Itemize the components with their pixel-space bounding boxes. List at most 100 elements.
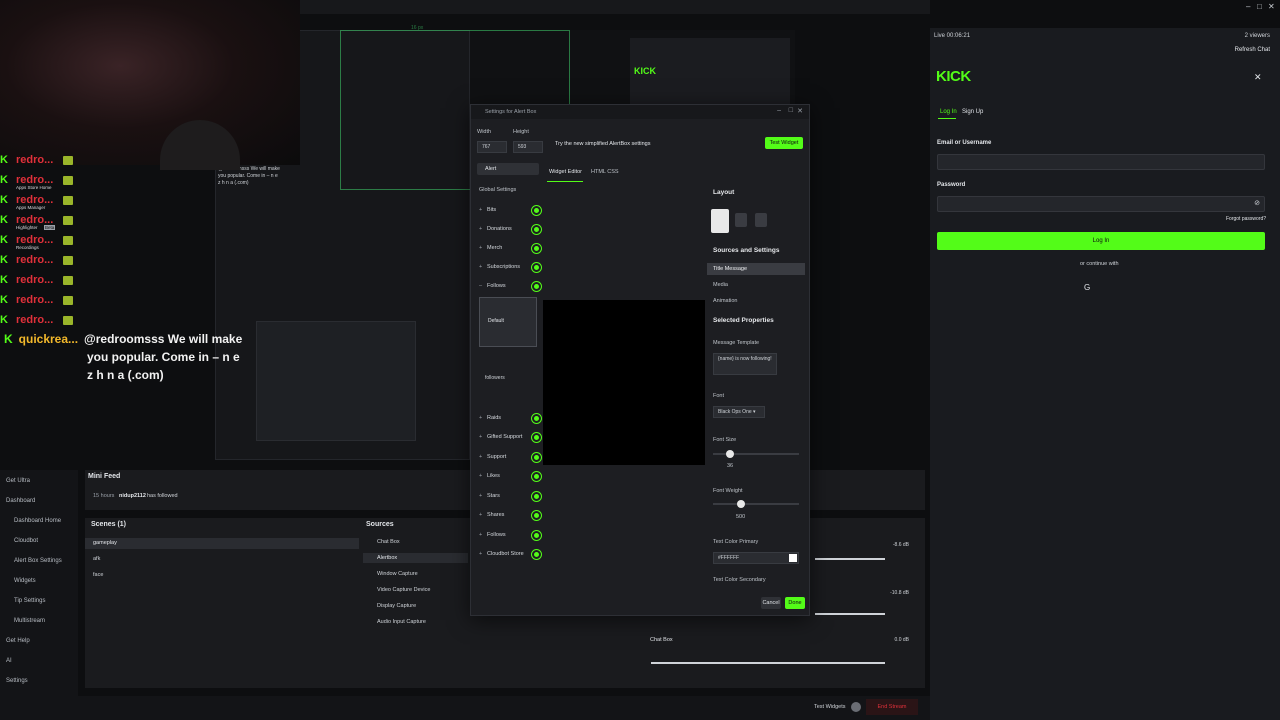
- kick-badge-icon: K: [0, 254, 8, 266]
- width-input[interactable]: 767: [477, 141, 507, 153]
- alert-row-follows-2[interactable]: + Follows: [479, 528, 541, 542]
- layout-option-selected[interactable]: [711, 209, 729, 233]
- cancel-button[interactable]: Cancel: [761, 597, 781, 609]
- tab-animation[interactable]: Animation: [713, 298, 737, 304]
- mixer-slider[interactable]: [815, 558, 885, 560]
- alert-toggle[interactable]: [532, 262, 541, 272]
- nav-cloudbot[interactable]: Cloudbot: [14, 538, 38, 544]
- alert-toggle[interactable]: [532, 224, 541, 234]
- nav-multistream[interactable]: Multistream: [14, 618, 45, 624]
- alert-row-subscriptions[interactable]: + Subscriptions: [479, 260, 541, 274]
- window-minimize-icon[interactable]: –: [1246, 2, 1250, 11]
- nav-tip-settings[interactable]: Tip Settings: [14, 598, 45, 604]
- alert-row-shares[interactable]: + Shares: [479, 508, 541, 522]
- mixer-db: -8.6 dB: [892, 542, 909, 548]
- tab-html-css[interactable]: HTML CSS: [591, 169, 619, 175]
- slider-knob[interactable]: [726, 450, 735, 458]
- variation-followers[interactable]: followers: [479, 355, 537, 403]
- alert-toggle[interactable]: [532, 452, 541, 462]
- nav-alert-box-settings[interactable]: Alert Box Settings: [14, 558, 62, 564]
- source-item[interactable]: Chat Box: [377, 539, 400, 545]
- font-size-slider[interactable]: [713, 450, 799, 458]
- alert-toggle[interactable]: [532, 243, 541, 253]
- nav-get-help[interactable]: Get Help: [6, 638, 30, 644]
- alert-toggle[interactable]: [532, 432, 541, 442]
- source-item[interactable]: Alertbox: [377, 555, 397, 561]
- alert-row-follows[interactable]: – Follows: [479, 279, 541, 293]
- apple-icon[interactable]: [1106, 283, 1118, 295]
- source-item[interactable]: Video Capture Device: [377, 587, 430, 593]
- alert-row-stars[interactable]: + Stars: [479, 489, 541, 503]
- variation-default[interactable]: Default: [479, 297, 537, 347]
- refresh-chat-button[interactable]: Refresh Chat: [1235, 47, 1270, 53]
- alert-toggle[interactable]: [532, 413, 541, 423]
- tab-widget-editor[interactable]: Widget Editor: [549, 169, 582, 175]
- global-settings[interactable]: Global Settings: [479, 187, 516, 193]
- forgot-password-link[interactable]: Forgot password?: [1226, 216, 1266, 222]
- alert-row-gifted-support[interactable]: + Gifted Support: [479, 430, 541, 444]
- email-input[interactable]: [937, 154, 1265, 170]
- test-widgets-button[interactable]: Test Widgets: [814, 704, 845, 710]
- font-select[interactable]: Black Ops One ▾: [713, 406, 765, 418]
- height-input[interactable]: 593: [513, 141, 543, 153]
- alert-toggle[interactable]: [532, 471, 541, 481]
- mixer-slider[interactable]: [815, 613, 885, 615]
- alert-toggle[interactable]: [532, 549, 541, 559]
- nav-ai[interactable]: AI: [6, 658, 12, 664]
- nav-settings[interactable]: Settings: [6, 678, 28, 684]
- eye-off-icon[interactable]: ⊘: [1254, 199, 1260, 207]
- alert-toggle[interactable]: [532, 530, 541, 540]
- mixer-slider[interactable]: [651, 662, 885, 664]
- source-item[interactable]: Audio Input Capture: [377, 619, 426, 625]
- alert-row-donations[interactable]: + Donations: [479, 222, 541, 236]
- tab-media[interactable]: Media: [713, 282, 728, 288]
- alert-toggle[interactable]: [532, 491, 541, 501]
- alert-row-support[interactable]: + Support: [479, 450, 541, 464]
- layout-option[interactable]: [735, 213, 747, 227]
- alert-row-merch[interactable]: + Merch: [479, 241, 541, 255]
- alert-row-bits[interactable]: + Bits: [479, 203, 541, 217]
- alert-toggle[interactable]: [532, 281, 541, 291]
- font-size-label: Font Size: [713, 437, 737, 443]
- alert-row-cloudbot-store[interactable]: + Cloudbot Store: [479, 547, 541, 561]
- feed-user[interactable]: nidup2112: [119, 493, 146, 499]
- alert-toggle[interactable]: [532, 205, 541, 215]
- nav-dashboard[interactable]: Dashboard: [6, 498, 35, 504]
- color-swatch[interactable]: [789, 554, 797, 562]
- kick-tab-signup[interactable]: Sign Up: [962, 109, 983, 115]
- kick-close-icon[interactable]: ✕: [1254, 72, 1262, 83]
- record-icon[interactable]: [851, 702, 861, 712]
- nav-widgets[interactable]: Widgets: [14, 578, 36, 584]
- text-color-primary-input[interactable]: #FFFFFF: [713, 552, 799, 564]
- kick-tab-login[interactable]: Log In: [940, 109, 957, 115]
- source-item[interactable]: Window Capture: [377, 571, 418, 577]
- tab-alert[interactable]: Alert: [477, 163, 539, 175]
- modal-minimize-icon[interactable]: –: [777, 107, 781, 114]
- nav-dashboard-home[interactable]: Dashboard Home: [14, 518, 61, 524]
- alert-row-likes[interactable]: + Likes: [479, 469, 541, 483]
- scene-item[interactable]: afk: [93, 556, 100, 562]
- font-weight-slider[interactable]: [713, 500, 799, 508]
- nav-get-ultra[interactable]: Get Ultra: [6, 478, 30, 484]
- message-template-input[interactable]: {name} is now following!: [713, 353, 777, 375]
- scene-item[interactable]: face: [93, 572, 103, 578]
- google-icon[interactable]: G: [1084, 283, 1096, 295]
- widget-preview-canvas[interactable]: [543, 300, 705, 465]
- slider-knob[interactable]: [737, 500, 746, 508]
- test-widget-button[interactable]: Test Widget: [765, 137, 803, 149]
- scene-item[interactable]: gameplay: [93, 540, 117, 546]
- source-item[interactable]: Display Capture: [377, 603, 416, 609]
- tab-title-message[interactable]: Title Message: [713, 266, 747, 272]
- alert-toggle[interactable]: [532, 510, 541, 520]
- simplified-settings-link[interactable]: Try the new simplified AlertBox settings: [555, 141, 650, 147]
- end-stream-button[interactable]: End Stream: [866, 699, 918, 715]
- kick-login-button[interactable]: Log In: [937, 232, 1265, 250]
- password-input[interactable]: ⊘: [937, 196, 1265, 212]
- modal-close-icon[interactable]: ✕: [797, 107, 803, 115]
- window-maximize-icon[interactable]: □: [1257, 2, 1262, 11]
- layout-option[interactable]: [755, 213, 767, 227]
- modal-maximize-icon[interactable]: □: [789, 107, 793, 114]
- done-button[interactable]: Done: [785, 597, 805, 609]
- alert-row-raids[interactable]: + Raids: [479, 411, 541, 425]
- window-close-icon[interactable]: ✕: [1268, 2, 1275, 11]
